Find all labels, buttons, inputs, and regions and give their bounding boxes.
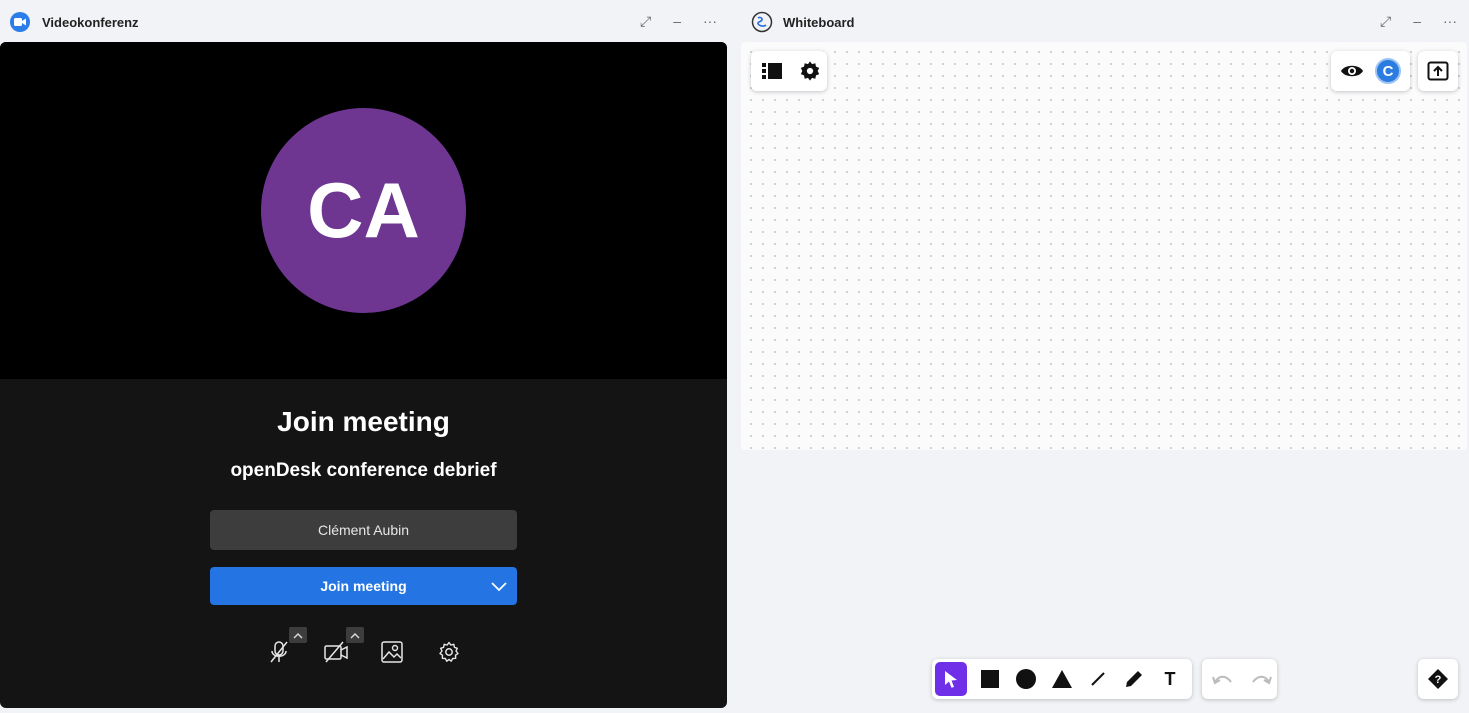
more-options-icon[interactable]: ··· [703,12,717,30]
whiteboard-drawing-toolbar: T [932,659,1192,699]
redo-icon[interactable] [1249,666,1275,692]
svg-text:?: ? [1435,674,1442,686]
videoconference-title: Videokonferenz [42,14,139,30]
whiteboard-canvas[interactable] [741,42,1467,450]
text-tool[interactable]: T [1157,666,1183,692]
microphone-muted-icon[interactable] [265,638,293,666]
settings-icon[interactable] [797,58,823,84]
join-meeting-button[interactable]: Join meeting [210,567,517,605]
circle-icon[interactable] [1013,666,1039,692]
camera-off-icon[interactable] [322,638,350,666]
list-menu-icon[interactable] [759,58,785,84]
rectangle-icon[interactable] [977,666,1003,692]
whiteboard-logo-icon [751,11,773,33]
videoconference-logo-icon [10,12,30,32]
eye-icon[interactable] [1339,58,1365,84]
whiteboard-collaboration-toolbar: C [1331,51,1410,91]
chevron-down-icon[interactable] [489,576,509,596]
collaborator-avatar[interactable]: C [1375,58,1401,84]
help-icon[interactable]: ? [1418,659,1458,699]
whiteboard-header: Whiteboard ⤢ – ··· [741,0,1469,44]
minimize-icon[interactable]: – [673,12,681,30]
videoconference-header: Videokonferenz ⤢ – ··· [0,0,729,44]
whiteboard-title: Whiteboard [783,14,855,30]
join-meeting-heading: Join meeting [277,406,450,437]
line-icon[interactable] [1085,666,1111,692]
triangle-icon[interactable] [1049,666,1075,692]
participant-avatar: CA [261,108,466,313]
undo-icon[interactable] [1209,666,1235,692]
videoconference-panel: CA Join meeting openDesk conference debr… [0,42,727,708]
select-pointer-icon[interactable] [935,662,967,696]
meeting-name: openDesk conference debrief [230,460,497,481]
expand-icon[interactable]: ⤢ [1380,12,1391,30]
pen-icon[interactable] [1121,666,1147,692]
whiteboard-menu-toolbar [751,51,827,91]
whiteboard-history-toolbar [1202,659,1277,699]
more-options-icon[interactable]: ··· [1443,12,1457,30]
expand-icon[interactable]: ⤢ [640,12,651,30]
minimize-icon[interactable]: – [1413,12,1421,30]
settings-gear-icon[interactable] [435,638,463,666]
join-meeting-button-label: Join meeting [320,578,407,594]
display-name-input[interactable] [210,510,517,550]
export-upload-icon[interactable] [1418,51,1458,91]
video-preview: CA [0,42,727,379]
virtual-background-icon[interactable] [378,638,406,666]
